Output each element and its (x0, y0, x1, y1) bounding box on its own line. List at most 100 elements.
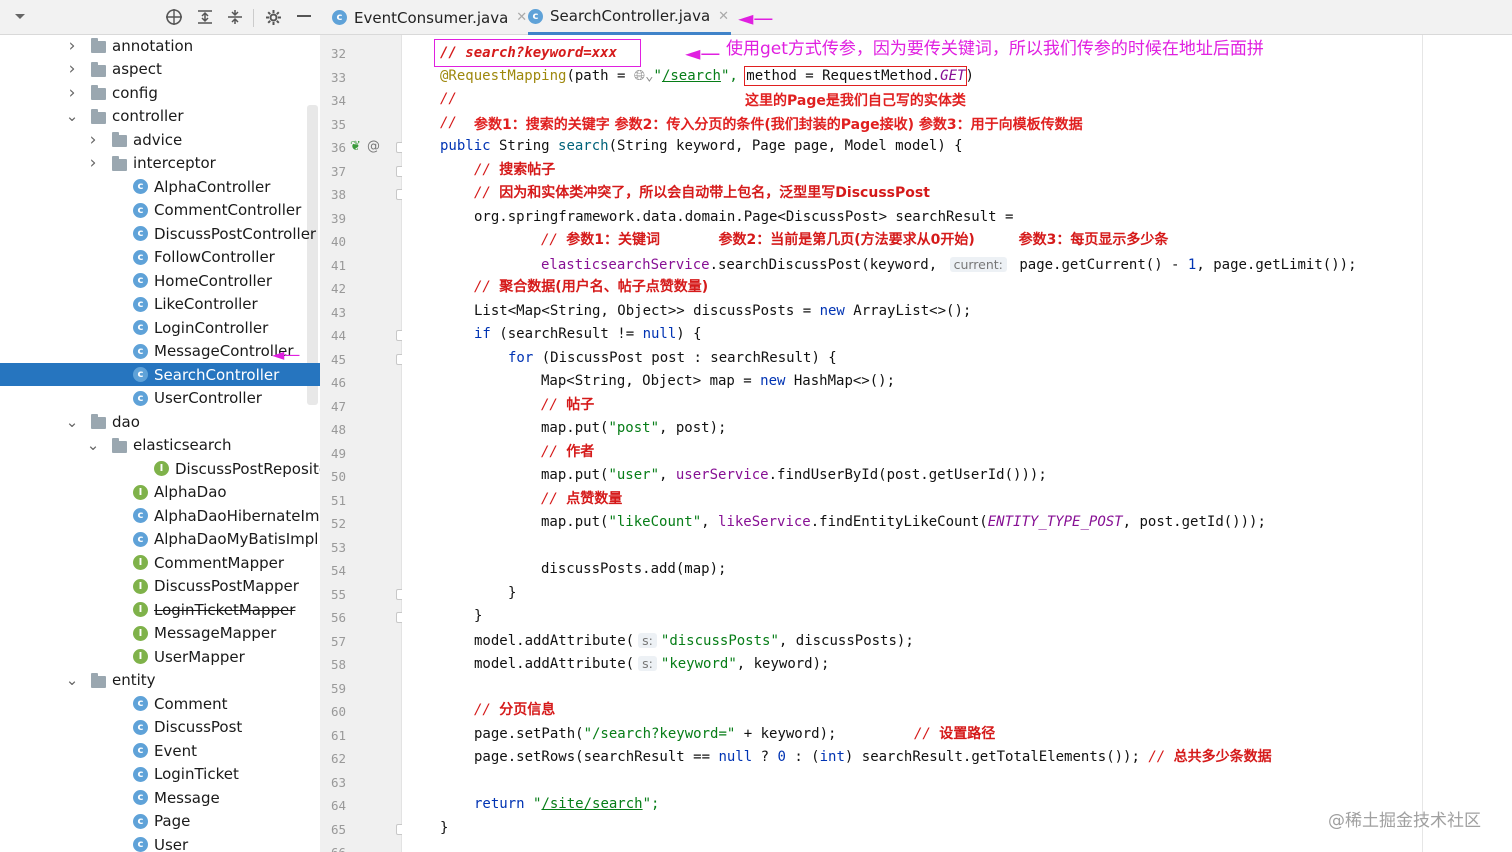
folder-icon (112, 155, 127, 171)
code-editor[interactable]: // search?keyword=xxx ◄— 使用get方式传参，因为要传关… (402, 35, 1512, 852)
tree-item-page[interactable]: c Page (0, 810, 320, 833)
chevron-right-icon[interactable]: › (64, 36, 80, 56)
tree-item-usercontroller[interactable]: c UserController (0, 387, 320, 410)
tree-item-elasticsearch[interactable]: ⌄ elasticsearch (0, 434, 320, 457)
line-number: 33 (330, 69, 346, 85)
tree-item-followcontroller[interactable]: c FollowController (0, 246, 320, 269)
chevron-right-icon[interactable]: › (64, 83, 80, 103)
tree-item-advice[interactable]: › advice (0, 128, 320, 151)
gear-icon[interactable] (262, 6, 284, 28)
tree-item-entity[interactable]: ⌄ entity (0, 669, 320, 692)
tree-item-event[interactable]: c Event (0, 739, 320, 762)
tree-item-commentcontroller[interactable]: c CommentController (0, 199, 320, 222)
close-icon[interactable]: ✕ (516, 10, 527, 25)
line-number: 40 (330, 234, 346, 249)
tab-event-consumer[interactable]: c EventConsumer.java ✕ (332, 0, 527, 35)
code-line-64: return "/site/search"; (474, 796, 660, 812)
line-number: 47 (330, 398, 346, 414)
class-icon: c (133, 179, 148, 194)
tree-item-dao[interactable]: ⌄ dao (0, 410, 320, 433)
tree-item-alphadaomybatisimpl[interactable]: c AlphaDaoMyBatisImpl (0, 528, 320, 551)
interface-icon: I (133, 578, 148, 594)
tree-item-homecontroller[interactable]: c HomeController (0, 269, 320, 292)
tree-item-label: Event (154, 741, 197, 760)
tree-item-annotation[interactable]: › annotation (0, 35, 320, 57)
tree-item-aspect[interactable]: › aspect (0, 58, 320, 81)
tree-item-label: LoginController (154, 318, 269, 337)
class-icon: c (133, 696, 148, 711)
chevron-down-icon[interactable]: ⌄ (85, 436, 101, 454)
tree-item-usermapper[interactable]: I UserMapper (0, 645, 320, 668)
tree-item-alphadaohibernateimpl[interactable]: c AlphaDaoHibernateImpl (0, 504, 320, 527)
tree-item-label: CommentMapper (154, 553, 285, 572)
tree-item-config[interactable]: › config (0, 81, 320, 104)
line-number: 56 (330, 610, 346, 625)
chevron-right-icon[interactable]: › (85, 130, 101, 150)
collapse-all-icon[interactable] (224, 6, 246, 28)
tree-item-label: controller (112, 107, 184, 125)
tree-item-label: HomeController (154, 271, 273, 290)
tree-item-label: AlphaDao (154, 483, 227, 501)
tree-item-loginticket[interactable]: c LoginTicket (0, 763, 320, 786)
code-line-62: page.setRows(searchResult == null ? 0 : … (474, 749, 1272, 765)
interface-icon: I (133, 625, 148, 641)
at-icon[interactable]: @ (367, 139, 380, 154)
tree-item-discusspostmapper[interactable]: I DiscussPostMapper (0, 575, 320, 598)
interface-icon: I (133, 602, 148, 617)
interface-icon: I (133, 484, 148, 500)
line-number: 54 (330, 563, 346, 578)
code-line-44: if (searchResult != null) { (474, 326, 702, 342)
tree-item-label: UserMapper (154, 647, 245, 666)
chevron-down-icon[interactable]: ⌄ (64, 107, 80, 125)
tree-item-controller[interactable]: ⌄ controller (0, 105, 320, 128)
code-line-33: @RequestMapping(path = 🌐︎⌄"/search", met… (440, 66, 974, 86)
project-toolbar (0, 0, 320, 35)
tree-item-message[interactable]: c Message (0, 786, 320, 809)
chevron-right-icon[interactable]: › (85, 153, 101, 173)
tree-item-commentmapper[interactable]: I CommentMapper (0, 551, 320, 574)
tree-item-discusspostcontroller[interactable]: c DiscussPostController (0, 222, 320, 245)
line-number: 46 (330, 375, 346, 390)
tree-item-logincontroller[interactable]: c LoginController (0, 316, 320, 339)
code-line-49: // 作者 (541, 444, 595, 460)
tab-label: EventConsumer.java (354, 8, 509, 27)
chevron-down-icon[interactable]: ⌄ (64, 413, 80, 431)
line-number: 34 (330, 93, 346, 108)
folder-icon (91, 38, 106, 53)
mapping-icon[interactable]: ❦ (350, 139, 361, 154)
code-line-61: page.setPath("/search?keyword=" + keywor… (474, 726, 837, 742)
locate-icon[interactable] (163, 6, 185, 28)
code-line-42: // 聚合数据(用户名、帖子点赞数量) (474, 279, 709, 295)
tree-item-alphadao[interactable]: I AlphaDao (0, 481, 320, 504)
class-icon: c (133, 531, 148, 547)
expand-all-icon[interactable] (194, 6, 216, 28)
dropdown-arrow-icon[interactable] (9, 6, 31, 28)
tree-item-alphacontroller[interactable]: c AlphaController (0, 175, 320, 198)
tree-item-interceptor[interactable]: › interceptor (0, 152, 320, 175)
tree-item-user[interactable]: c User (0, 833, 320, 852)
close-icon[interactable]: ✕ (718, 9, 729, 24)
class-icon: c (133, 719, 148, 735)
chevron-right-icon[interactable]: › (64, 59, 80, 79)
tree-item-messagemapper[interactable]: I MessageMapper (0, 622, 320, 645)
class-icon: c (332, 10, 347, 25)
line-number: 57 (330, 633, 346, 649)
page-note: 这里的Page是我们自己写的实体类 (745, 93, 966, 109)
code-line-61-comment: // 设置路径 (914, 726, 996, 742)
search-comment-highlight (434, 39, 641, 67)
tree-item-searchcontroller[interactable]: c SearchController (0, 363, 320, 386)
code-line-41: elasticsearchService.searchDiscussPost(k… (541, 257, 1357, 273)
minimize-icon[interactable] (293, 6, 315, 28)
tree-item-comment[interactable]: c Comment (0, 692, 320, 715)
tree-item-likecontroller[interactable]: c LikeController (0, 293, 320, 316)
tree-item-label: Page (154, 812, 191, 830)
tree-item-loginticketmapper[interactable]: I LoginTicketMapper (0, 598, 320, 621)
chevron-down-icon[interactable]: ⌄ (64, 671, 80, 689)
tree-item-discusspost[interactable]: c DiscussPost (0, 716, 320, 739)
tree-arrow-annotation: ◄— (272, 345, 301, 364)
line-number: 44 (330, 328, 346, 343)
tree-item-discusspostrepositor[interactable]: I DiscussPostRepositor (0, 457, 320, 480)
tree-item-label: DiscussPostMapper (154, 577, 299, 595)
class-icon: c (133, 813, 148, 829)
tab-search-controller[interactable]: c SearchController.java ✕ (528, 0, 732, 35)
